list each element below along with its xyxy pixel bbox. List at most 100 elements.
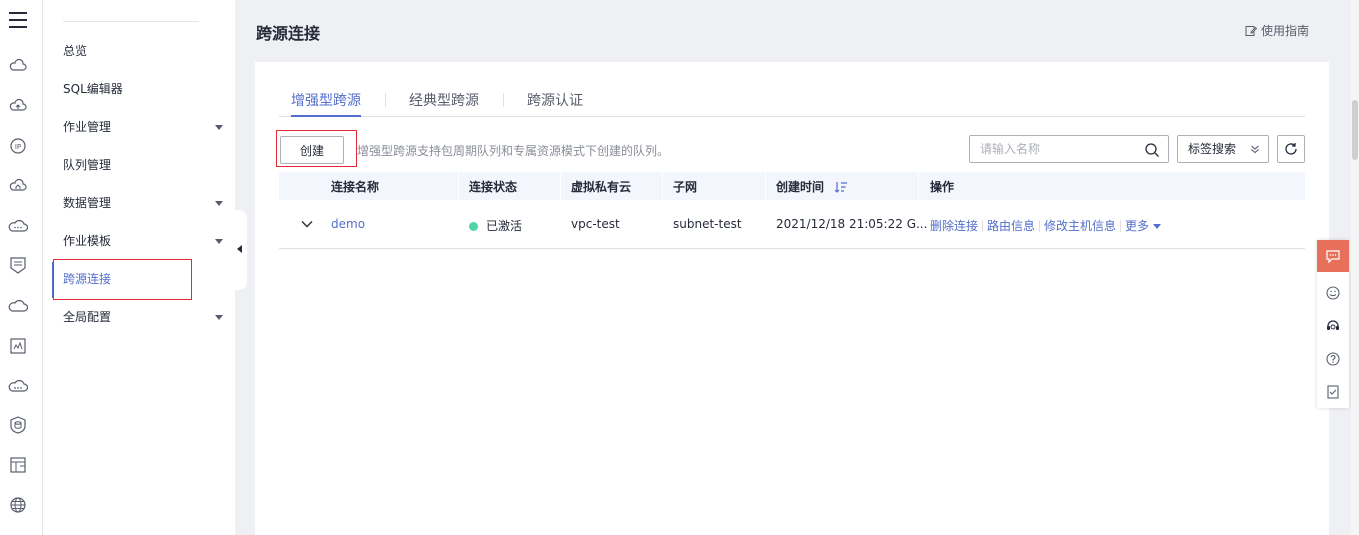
menu-icon[interactable] bbox=[9, 12, 27, 30]
feedback-button[interactable] bbox=[1317, 277, 1349, 309]
chart-box-icon[interactable] bbox=[8, 336, 28, 356]
col-divider bbox=[458, 172, 459, 200]
table-header: 连接名称 连接状态 虚拟私有云 子网 创建时间 操作 bbox=[279, 172, 1305, 200]
highlight-box-create bbox=[276, 130, 357, 167]
sort-icon[interactable] bbox=[834, 181, 848, 193]
delete-connection-link[interactable]: 删除连接 bbox=[930, 219, 978, 233]
cloud-dots-icon[interactable] bbox=[8, 216, 29, 236]
headset-icon bbox=[1327, 320, 1339, 330]
icon-rail: IP bbox=[0, 0, 43, 535]
col-header-created-label: 创建时间 bbox=[776, 180, 825, 194]
question-icon bbox=[1326, 352, 1340, 366]
col-header-name: 连接名称 bbox=[331, 180, 380, 194]
help-button[interactable] bbox=[1317, 343, 1349, 375]
cloud-upload-icon[interactable] bbox=[8, 96, 28, 116]
col-header-created[interactable]: 创建时间 bbox=[776, 178, 848, 195]
search-box bbox=[969, 135, 1169, 163]
status-cell: 已激活 bbox=[469, 217, 522, 234]
col-divider bbox=[765, 172, 766, 200]
connection-name-link[interactable]: demo bbox=[331, 217, 365, 231]
shield-db-icon[interactable] bbox=[8, 415, 28, 435]
nav-item-label: 总览 bbox=[63, 44, 88, 58]
caret-down-icon bbox=[1153, 224, 1162, 229]
svg-text:IP: IP bbox=[15, 143, 21, 151]
double-chevron-down-icon bbox=[1251, 145, 1259, 154]
page-title: 跨源连接 bbox=[256, 24, 321, 43]
more-actions-dropdown[interactable]: 更多 bbox=[1125, 219, 1162, 233]
scrollbar-thumb[interactable] bbox=[1352, 100, 1358, 160]
col-header-actions: 操作 bbox=[930, 180, 955, 194]
nav-item-queue-management[interactable]: 队列管理 bbox=[63, 155, 223, 175]
col-header-subnet: 子网 bbox=[673, 180, 698, 194]
user-guide-link[interactable]: 使用指南 bbox=[1245, 22, 1309, 39]
nav-item-label: 队列管理 bbox=[63, 158, 112, 172]
col-header-vpc: 虚拟私有云 bbox=[571, 180, 632, 194]
caret-down-icon bbox=[215, 125, 223, 130]
nav-item-job-templates[interactable]: 作业模板 bbox=[63, 231, 223, 251]
ip-icon[interactable]: IP bbox=[8, 136, 28, 156]
cloud-icon[interactable] bbox=[8, 56, 28, 76]
nav-item-label: 数据管理 bbox=[63, 196, 112, 210]
table-row: demo 已激活 vpc-test subnet-test 2021/12/18… bbox=[279, 200, 1305, 249]
tab-enhanced[interactable]: 增强型跨源 bbox=[291, 90, 361, 117]
tab-auth[interactable]: 跨源认证 bbox=[527, 90, 583, 117]
caret-down-icon bbox=[215, 201, 223, 206]
cloud-home-icon[interactable] bbox=[8, 176, 28, 196]
info-tip: 增强型跨源支持包周期队列和专属资源模式下创建的队列。 bbox=[357, 144, 670, 158]
nav-item-label: 作业管理 bbox=[63, 120, 112, 134]
edit-doc-icon bbox=[1245, 25, 1257, 36]
action-divider bbox=[982, 220, 984, 232]
search-input[interactable] bbox=[970, 136, 1130, 162]
nav-item-label: 全局配置 bbox=[63, 310, 112, 324]
checklist-icon bbox=[1327, 385, 1339, 399]
col-divider bbox=[918, 172, 919, 200]
caret-down-icon bbox=[215, 239, 223, 244]
refresh-icon bbox=[1285, 143, 1297, 155]
chat-icon bbox=[1326, 250, 1340, 264]
expand-row-icon[interactable] bbox=[301, 220, 313, 228]
action-divider bbox=[1120, 220, 1122, 232]
nav-item-overview[interactable]: 总览 bbox=[63, 41, 223, 61]
globe-icon[interactable] bbox=[8, 495, 28, 515]
refresh-button[interactable] bbox=[1277, 135, 1305, 163]
col-header-status: 连接状态 bbox=[469, 180, 518, 194]
smile-edit-icon bbox=[1326, 286, 1340, 300]
edit-host-info-link[interactable]: 修改主机信息 bbox=[1044, 219, 1116, 233]
nav-item-job-management[interactable]: 作业管理 bbox=[63, 117, 223, 137]
layout-icon[interactable] bbox=[8, 455, 28, 475]
nav-divider bbox=[63, 21, 199, 22]
status-dot-icon bbox=[469, 222, 478, 231]
more-actions-label: 更多 bbox=[1125, 219, 1150, 233]
action-divider bbox=[1039, 220, 1041, 232]
page-scrollbar[interactable] bbox=[1351, 0, 1359, 535]
highlight-box-nav bbox=[53, 259, 192, 300]
collapse-left-icon bbox=[237, 245, 242, 253]
floating-toolbar bbox=[1317, 240, 1349, 408]
nav-item-sql-editor[interactable]: SQL编辑器 bbox=[63, 79, 223, 99]
nav-item-data-management[interactable]: 数据管理 bbox=[63, 193, 223, 213]
cloud-flat-icon[interactable] bbox=[8, 296, 29, 316]
collapse-nav-toggle[interactable] bbox=[235, 210, 247, 290]
tab-classic[interactable]: 经典型跨源 bbox=[409, 90, 479, 117]
col-divider bbox=[560, 172, 561, 200]
status-text: 已激活 bbox=[486, 219, 523, 233]
route-info-link[interactable]: 路由信息 bbox=[987, 219, 1035, 233]
shield-list-icon[interactable] bbox=[8, 255, 28, 275]
search-icon[interactable] bbox=[1144, 142, 1160, 158]
content-card: 增强型跨源 经典型跨源 跨源认证 创建 增强型跨源支持包周期队列和专属资源模式下… bbox=[255, 62, 1329, 535]
connections-table: 连接名称 连接状态 虚拟私有云 子网 创建时间 操作 demo 已激活 vpc-… bbox=[279, 172, 1305, 249]
chat-button[interactable] bbox=[1317, 240, 1349, 272]
tab-bar: 增强型跨源 经典型跨源 跨源认证 bbox=[279, 88, 1305, 117]
row-actions: 删除连接 路由信息 修改主机信息 更多 bbox=[930, 217, 1162, 234]
col-divider bbox=[662, 172, 663, 200]
cloud-network-icon[interactable] bbox=[8, 376, 29, 396]
tab-divider bbox=[385, 93, 386, 107]
survey-button[interactable] bbox=[1317, 376, 1349, 408]
vpc-cell: vpc-test bbox=[571, 217, 620, 231]
nav-item-label: 作业模板 bbox=[63, 234, 112, 248]
created-time-cell: 2021/12/18 21:05:22 G... bbox=[776, 217, 928, 231]
support-button[interactable] bbox=[1317, 310, 1349, 342]
tab-divider bbox=[503, 93, 504, 107]
tag-search-button[interactable]: 标签搜索 bbox=[1177, 135, 1269, 163]
nav-item-global-config[interactable]: 全局配置 bbox=[63, 307, 223, 327]
